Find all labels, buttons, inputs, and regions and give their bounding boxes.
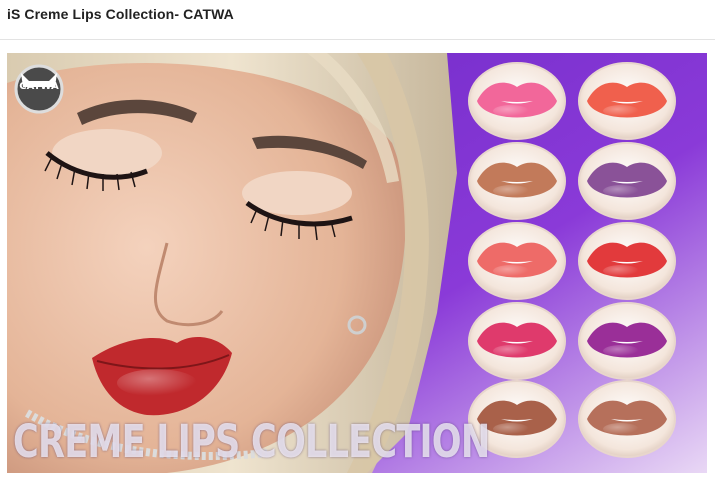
lip-swatch-mauve-purple [578, 142, 676, 220]
logo-text: CATWA [19, 81, 59, 92]
lip-swatch-coral [578, 62, 676, 140]
lip-swatch-magenta-purple [578, 302, 676, 380]
lip-swatch-tan-nude [468, 142, 566, 220]
lip-swatch-salmon [468, 222, 566, 300]
lip-swatch-pink [468, 62, 566, 140]
lip-swatch-raspberry [468, 302, 566, 380]
lip-swatch-warm-nude [578, 380, 676, 458]
catwa-logo: CATWA [11, 59, 67, 115]
post-header: iS Creme Lips Collection- CATWA [0, 0, 715, 40]
product-artwork [7, 53, 707, 473]
post-title[interactable]: iS Creme Lips Collection- CATWA [7, 6, 234, 22]
product-image[interactable]: CATWA CREME LIPS COLLECTION [7, 53, 707, 473]
collection-banner-text: CREME LIPS COLLECTION [13, 415, 490, 468]
lip-swatch-red [578, 222, 676, 300]
